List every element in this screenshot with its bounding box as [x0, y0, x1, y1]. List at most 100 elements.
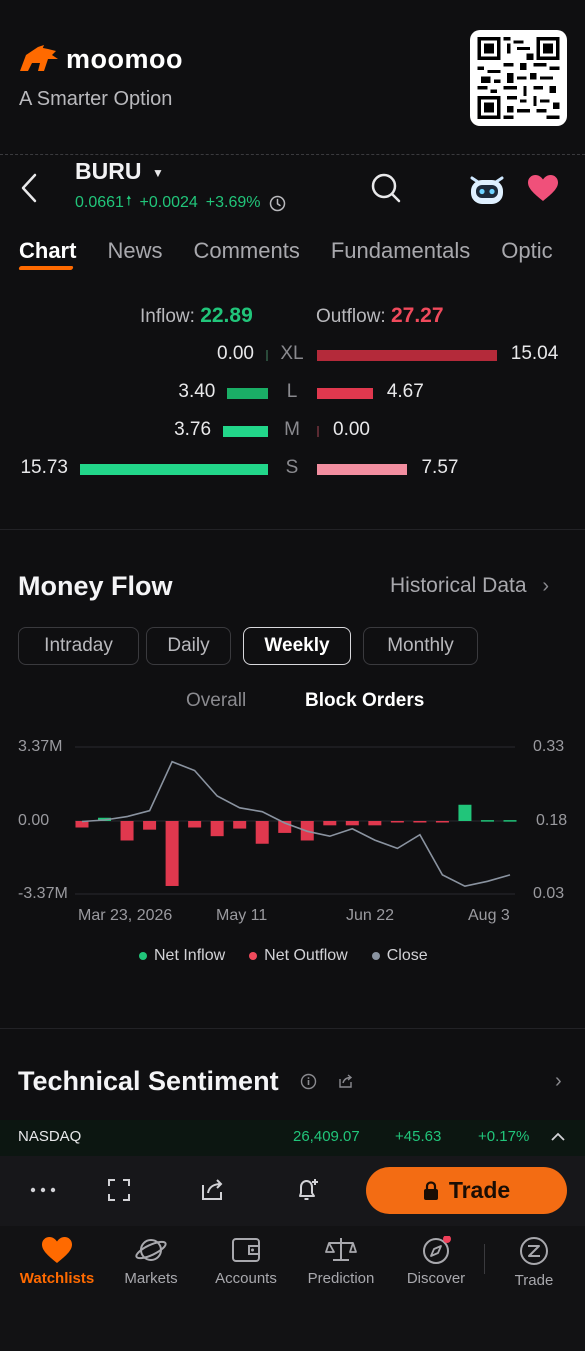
- period-weekly[interactable]: Weekly: [243, 627, 351, 665]
- more-icon[interactable]: [30, 1180, 56, 1205]
- inflow-value-xl: 0.00: [217, 343, 254, 364]
- x-tick-1: Mar 23, 2026: [78, 907, 173, 924]
- header-divider: [0, 154, 585, 155]
- trade-button[interactable]: Trade: [366, 1167, 567, 1214]
- net-outflow-bar: [143, 821, 157, 830]
- search-icon: [371, 173, 401, 203]
- inflow-bar-m: [223, 426, 268, 437]
- historical-data-link[interactable]: Historical Data ›: [390, 574, 549, 598]
- subtab-block-orders[interactable]: Block Orders: [305, 690, 424, 712]
- tab-comments[interactable]: Comments: [193, 238, 299, 264]
- lock-icon: [423, 1180, 438, 1200]
- historical-data-label: Historical Data: [390, 574, 527, 597]
- chevron-left-icon: [21, 173, 37, 203]
- nav-label: Prediction: [307, 1270, 375, 1287]
- net-outflow-bar: [368, 821, 382, 826]
- inflow-value-m: 3.76: [174, 419, 212, 440]
- chevron-right-icon: ›: [542, 575, 550, 597]
- info-icon[interactable]: [300, 1073, 317, 1095]
- tab-fundamentals[interactable]: Fundamentals: [331, 238, 470, 264]
- nav-watchlists[interactable]: Watchlists: [12, 1236, 102, 1287]
- x-tick-4: Aug 3: [468, 907, 510, 924]
- legend-net-inflow: Net Inflow: [139, 947, 225, 965]
- outflow-bar-xl: [317, 350, 497, 361]
- order-size-label: S: [285, 457, 299, 478]
- stock-ticker[interactable]: BURU: [75, 158, 141, 185]
- outflow-value: 27.27: [390, 304, 444, 327]
- inflow-value: 22.89: [200, 304, 253, 327]
- nav-label: Markets: [124, 1270, 178, 1287]
- nav-trade[interactable]: Trade: [489, 1236, 579, 1289]
- chevron-up-icon[interactable]: [550, 1130, 566, 1148]
- inflow-value-s: 15.73: [20, 457, 68, 478]
- ai-assistant-button[interactable]: [468, 172, 506, 211]
- period-intraday[interactable]: Intraday: [18, 627, 139, 665]
- nav-markets[interactable]: Markets: [106, 1236, 196, 1287]
- net-outflow-bar: [435, 821, 449, 823]
- nav-prediction[interactable]: Prediction: [296, 1236, 386, 1287]
- stock-change: +0.0024: [139, 194, 198, 211]
- tab-options[interactable]: Optic: [501, 238, 552, 264]
- bull-logo-icon: [20, 44, 58, 71]
- outflow-value-l: 4.67: [386, 381, 424, 402]
- period-daily[interactable]: Daily: [146, 627, 231, 665]
- heart-icon: [42, 1237, 72, 1263]
- net-outflow-bar: [210, 821, 224, 837]
- nav-label: Trade: [514, 1272, 554, 1289]
- net-outflow-bar: [345, 821, 359, 826]
- tab-news[interactable]: News: [107, 238, 162, 264]
- stock-quote: 0.0661 🠕 +0.0024 +3.69%: [75, 192, 286, 214]
- outflow-value-m: 0.00: [333, 419, 370, 440]
- index-value: 26,409.07: [293, 1128, 360, 1145]
- inflow-bar-s: [80, 464, 268, 475]
- alert-bell-icon[interactable]: [294, 1176, 322, 1209]
- fullscreen-icon[interactable]: [107, 1178, 131, 1207]
- nav-discover[interactable]: Discover: [391, 1236, 481, 1287]
- stock-price: 0.0661: [75, 194, 124, 211]
- outflow-bar-m: [317, 426, 319, 437]
- outflow-bar-l: [317, 388, 373, 399]
- nav-separator: [484, 1244, 485, 1274]
- clock-icon[interactable]: [269, 195, 286, 212]
- period-monthly[interactable]: Monthly: [363, 627, 478, 665]
- brand-logo: moomoo: [18, 44, 183, 75]
- order-size-label: XL: [280, 343, 304, 364]
- nav-accounts[interactable]: Accounts: [201, 1236, 291, 1287]
- index-change: +45.63: [395, 1128, 442, 1145]
- planet-icon: [135, 1239, 167, 1261]
- up-arrow-icon: 🠕: [125, 193, 132, 208]
- section-divider: [0, 529, 585, 530]
- technical-chevron-right-icon[interactable]: ›: [555, 1070, 562, 1093]
- ticker-dropdown-icon[interactable]: ▼: [152, 166, 164, 180]
- brand-name: moomoo: [66, 44, 183, 74]
- nav-label: Watchlists: [19, 1270, 95, 1287]
- outflow-value-s: 7.57: [421, 457, 459, 478]
- search-button[interactable]: [370, 172, 402, 209]
- inflow-bar-l: [227, 388, 268, 399]
- net-outflow-bar: [188, 821, 202, 828]
- order-size-label: L: [286, 381, 298, 402]
- net-outflow-bar: [413, 821, 427, 823]
- inflow-total: Inflow: 22.89: [140, 304, 253, 328]
- tab-chart[interactable]: Chart: [19, 238, 76, 264]
- net-inflow-bar: [480, 820, 494, 822]
- subtab-overall[interactable]: Overall: [186, 690, 246, 712]
- scale-icon: [325, 1238, 357, 1261]
- qr-code: [470, 30, 567, 126]
- favorite-button[interactable]: [527, 174, 559, 207]
- share-icon[interactable]: [337, 1073, 354, 1095]
- index-name: NASDAQ: [18, 1128, 82, 1145]
- inflow-bar-xl: [266, 350, 268, 361]
- qr-code-icon: [477, 37, 560, 119]
- stock-change-pct: +3.69%: [205, 194, 261, 211]
- technical-sentiment-title: Technical Sentiment: [18, 1066, 279, 1096]
- share-out-icon[interactable]: [200, 1178, 226, 1207]
- section-divider-2: [0, 1028, 585, 1029]
- outflow-value-xl: 15.04: [510, 343, 559, 364]
- net-inflow-bar: [458, 804, 472, 821]
- trade-icon: [520, 1237, 548, 1265]
- index-change-pct: +0.17%: [478, 1128, 530, 1145]
- order-size-label: M: [284, 419, 300, 440]
- back-button[interactable]: [18, 172, 40, 209]
- nav-label: Accounts: [215, 1270, 277, 1287]
